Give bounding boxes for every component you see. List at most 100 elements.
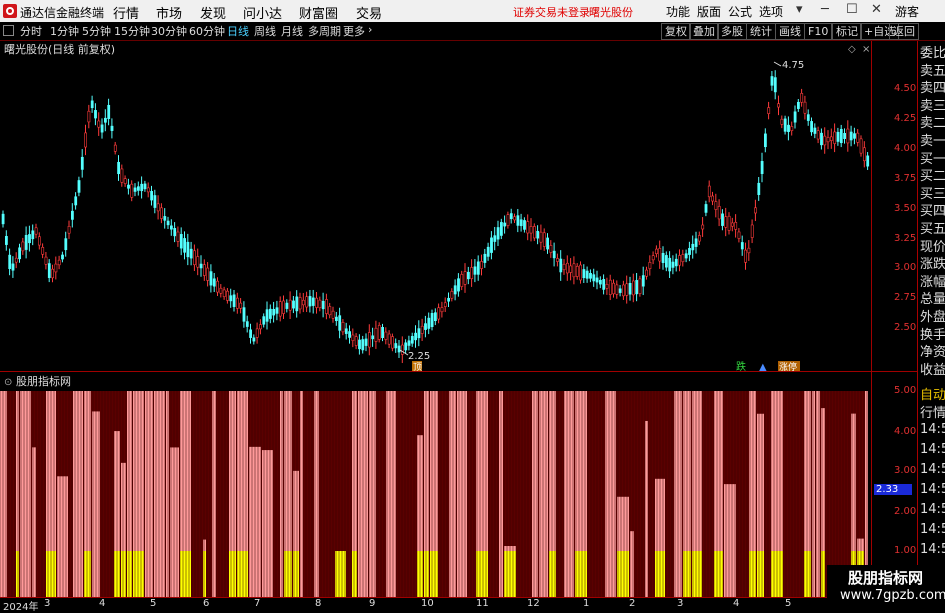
indicator-bar-low (821, 551, 825, 597)
candle-body (410, 336, 414, 344)
menu-layout[interactable]: 版面 (697, 3, 721, 20)
chart-settings-icon[interactable]: ◇ (848, 44, 856, 55)
panel-toggle-icon[interactable] (3, 25, 14, 36)
period-tab-5min[interactable]: 5分钟 (82, 23, 111, 39)
menu-item-wealth[interactable]: 财富圈 (299, 3, 338, 22)
minimize-icon[interactable]: ─ (821, 2, 829, 17)
more-chevron-icon[interactable]: › (368, 23, 372, 36)
menu-item-trade[interactable]: 交易 (356, 3, 382, 22)
candle-body (54, 263, 58, 273)
toolbar-stats-button[interactable]: 统计 (746, 23, 776, 40)
candle-body (104, 117, 107, 123)
close-icon[interactable]: ✕ (871, 2, 882, 17)
period-tab-60min[interactable]: 60分钟 (189, 23, 225, 39)
date-tick: 1 (583, 598, 590, 609)
candle-body (113, 144, 117, 152)
toolbar-draw-button[interactable]: 画线 (775, 23, 805, 40)
menu-dropdown-icon[interactable]: ▾ (796, 2, 803, 17)
candle-body (595, 277, 599, 283)
candle-body (41, 247, 45, 255)
candle-body (123, 178, 127, 184)
toolbar-adjust-button[interactable]: 复权 (661, 23, 691, 40)
candle-body (806, 114, 810, 121)
candle-body (823, 135, 827, 146)
candle-body (721, 213, 724, 226)
menu-options[interactable]: 选项 (759, 3, 783, 20)
candle-body (374, 327, 378, 342)
menu-function[interactable]: 功能 (666, 3, 690, 20)
candle-body (397, 345, 401, 353)
maximize-icon[interactable]: ☐ (846, 2, 858, 17)
candle-body (153, 195, 157, 208)
indicator-bar (564, 391, 574, 597)
period-tab-daily[interactable]: 日线 (227, 23, 249, 39)
menu-item-ask[interactable]: 问小达 (243, 3, 282, 22)
trade-status-notice[interactable]: 证券交易未登录 (513, 4, 590, 20)
candle-body (226, 290, 229, 301)
quote-row-label: 总量 (920, 292, 945, 308)
candle-body (381, 327, 385, 338)
candle-body (668, 257, 672, 272)
quote-row-label: 涨幅 (920, 274, 945, 290)
tick-time: 14:56 (920, 442, 945, 457)
candle-body (433, 312, 437, 322)
candle-body (671, 261, 675, 268)
candle-body (480, 261, 484, 269)
indicator-toggle-icon[interactable]: ⊙ (4, 377, 12, 388)
quote-row-label: 卖四 (920, 81, 945, 97)
menu-item-quotes[interactable]: 行情 (113, 3, 139, 22)
candle-body (635, 280, 639, 295)
candle-body (285, 302, 289, 309)
date-tick: 11 (476, 598, 489, 609)
period-tab-multi[interactable]: 多周期 (308, 23, 341, 39)
candle-body (120, 168, 124, 183)
candle-body (80, 156, 84, 170)
candle-body (170, 225, 173, 230)
period-tab-weekly[interactable]: 周线 (254, 23, 276, 39)
candlestick-chart[interactable]: 曙光股份(日线 前复权) ◇ × 4.75 2.25 顶 跌 ▲ 涨停 (0, 41, 872, 371)
indicator-bar-low (430, 551, 438, 597)
candle-body (166, 220, 170, 226)
candle-body (645, 269, 649, 277)
menu-formula[interactable]: 公式 (728, 3, 752, 20)
user-guest[interactable]: 游客 (895, 3, 919, 20)
candle-body (206, 267, 210, 281)
candle-body (318, 299, 322, 309)
period-tab-intraday[interactable]: 分时 (20, 23, 42, 39)
menu-item-market[interactable]: 市场 (156, 3, 182, 22)
quote-row-label: 现价 (920, 239, 945, 255)
toolbar-multi-stock-button[interactable]: 多股 (717, 23, 747, 40)
indicator-tick: 1.00 (894, 545, 917, 556)
toolbar-f10-button[interactable]: F10 (804, 23, 833, 40)
candle-body (146, 187, 150, 193)
candle-body (193, 250, 196, 266)
candle-body (163, 216, 167, 221)
candle-body (661, 252, 665, 264)
candle-body (473, 266, 477, 275)
stock-name-notice[interactable]: 曙光股份 (589, 4, 633, 20)
chart-close-icon[interactable]: × (862, 44, 870, 55)
indicator-chart[interactable]: ⊙ 股朋指标网 (0, 372, 872, 597)
candle-body (499, 222, 503, 236)
toolbar-mark-button[interactable]: 标记 (832, 23, 862, 40)
candle-body (744, 249, 748, 263)
period-tab-monthly[interactable]: 月线 (281, 23, 303, 39)
indicator-bar (280, 391, 283, 597)
indicator-bar-low (692, 551, 702, 597)
period-tab-30min[interactable]: 30分钟 (151, 23, 187, 39)
candle-body (622, 284, 625, 297)
candle-body (730, 222, 734, 227)
candle-body (288, 299, 292, 311)
period-tab-more[interactable]: 更多 (343, 23, 365, 39)
tick-header-auto[interactable]: 自动 (920, 384, 945, 403)
toolbar-back-button[interactable]: 返回 (889, 23, 919, 40)
quote-row-label: 外盘 (920, 310, 945, 325)
candle-body (602, 279, 606, 290)
menu-item-discover[interactable]: 发现 (200, 3, 226, 22)
candle-body (334, 316, 338, 321)
period-tab-15min[interactable]: 15分钟 (114, 23, 150, 39)
period-tab-1min[interactable]: 1分钟 (50, 23, 79, 39)
candle-body (704, 204, 708, 213)
toolbar-overlay-button[interactable]: 叠加 (689, 23, 719, 40)
candle-body (387, 333, 391, 345)
